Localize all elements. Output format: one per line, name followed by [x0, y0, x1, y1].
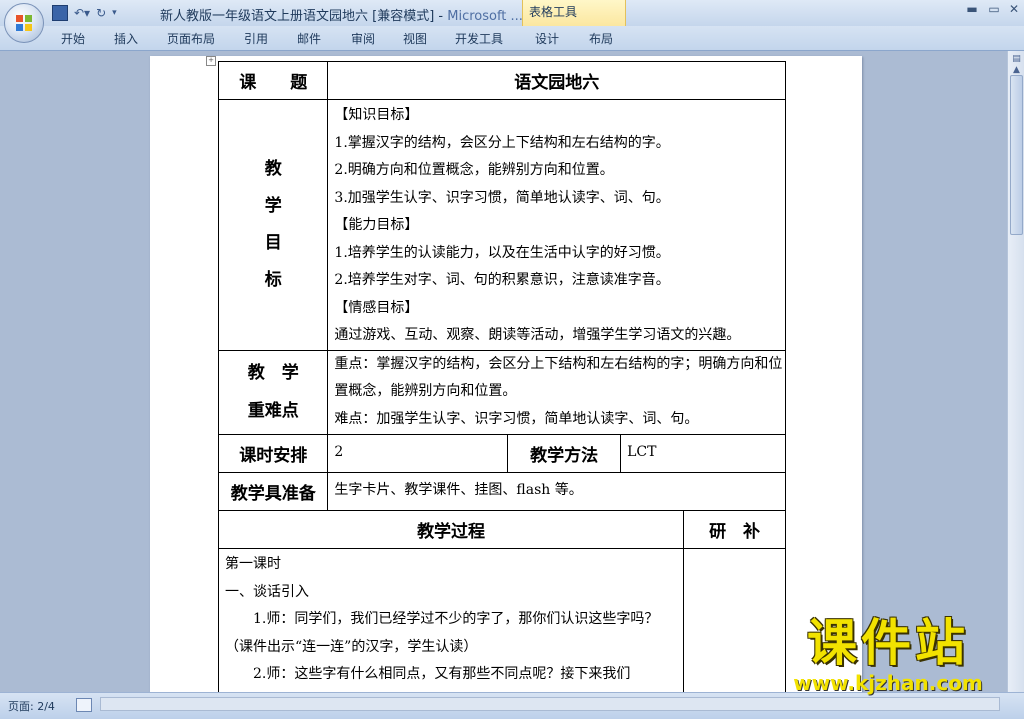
method-label: 教学方法	[530, 445, 599, 466]
window-title-doc: 新人教版一年级语文上册语文园地六 [兼容模式] -	[160, 9, 448, 24]
watermark-text: 课件站	[807, 614, 969, 672]
goals-label-cell[interactable]: 教 学 目 标	[217, 99, 329, 351]
key-points-content-cell[interactable]: 重点：掌握汉字的结构，会区分上下结构和左右结构的字；明确方向和位置概念，能辨别方…	[327, 349, 786, 435]
key-points-label-2: 重难点	[247, 401, 299, 421]
office-button[interactable]	[4, 3, 44, 43]
document-workspace: + 课 题 语文园地六 教 学 目 标 【知识目标】 1.掌握汉字的结构，会区分…	[0, 51, 1007, 692]
watermark-url: www.kjzhan.com	[793, 671, 983, 695]
hours-label: 课时安排	[239, 445, 308, 466]
quick-access-toolbar: ↶▾ ↻ ▾	[52, 4, 117, 22]
close-icon[interactable]: ✕	[1006, 2, 1022, 16]
table-tools-label: 表格工具	[529, 5, 578, 19]
goals-line: 【知识目标】	[334, 107, 419, 123]
topic-label-cell[interactable]: 课 题	[217, 61, 329, 100]
method-value-cell[interactable]: LCT	[620, 433, 786, 473]
prep-value: 生字卡片、教学课件、挂图、flash 等。	[334, 482, 583, 499]
goals-label-char: 标	[264, 269, 282, 290]
process-header-cell[interactable]: 教学过程	[217, 510, 685, 549]
document-page[interactable]: + 课 题 语文园地六 教 学 目 标 【知识目标】 1.掌握汉字的结构，会区分…	[150, 56, 862, 692]
goals-line: 2.培养学生对字、词、句的积累意识，注意读准字音。	[334, 272, 670, 288]
process-content-cell[interactable]: 第一课时 一、谈话引入 1.师：同学们，我们已经学过不少的字了，那你们认识这些字…	[217, 548, 685, 692]
window-title: 新人教版一年级语文上册语文园地六 [兼容模式] - Microsoft ...	[160, 5, 523, 24]
lesson-info-table: 课 题 语文园地六 教 学 目 标 【知识目标】 1.掌握汉字的结构，会区分上下…	[217, 61, 786, 511]
topic-value-cell[interactable]: 语文园地六	[327, 61, 786, 100]
tab-view[interactable]: 视图	[403, 30, 427, 47]
goals-line: 3.加强学生认字、识字习惯，简单地认读字、词、句。	[334, 189, 670, 206]
restore-icon[interactable]: ▭	[986, 2, 1002, 16]
page-indicator[interactable]: 页面: 2/4	[8, 698, 55, 714]
method-label-cell[interactable]: 教学方法	[507, 433, 622, 473]
watermark-logo: 课件站 www.kjzhan.com	[770, 614, 1006, 694]
key-points-label-1: 教 学	[247, 363, 299, 383]
key-point-text: 重点：掌握汉字的结构，会区分上下结构和左右结构的字；明确方向和位置概念，能辨别方…	[334, 355, 783, 400]
save-icon[interactable]	[52, 5, 68, 21]
key-points-label-cell[interactable]: 教 学 重难点	[217, 349, 329, 435]
prep-value-cell[interactable]: 生字卡片、教学课件、挂图、flash 等。	[327, 471, 786, 511]
tab-design[interactable]: 设计	[535, 30, 559, 47]
window-title-app: Microsoft ...	[447, 9, 523, 24]
teaching-process-table: 教学过程 研 补 第一课时 一、谈话引入 1.师：同学们，我们已经学过不少的字了…	[217, 510, 786, 692]
tab-mailings[interactable]: 邮件	[297, 30, 321, 47]
goals-line: 1.培养学生的认读能力，以及在生活中认字的好习惯。	[334, 244, 670, 261]
research-header: 研 补	[709, 522, 761, 542]
goals-line: 通过游戏、互动、观察、朗读等活动，增强学生学习语文的兴趣。	[334, 327, 741, 343]
office-logo-icon	[16, 15, 32, 31]
table-move-handle-icon[interactable]: +	[206, 56, 216, 66]
ribbon-tab-bar: 开始 插入 页面布局 引用 邮件 审阅 视图 开发工具 设计 布局 ?	[0, 26, 1024, 76]
status-bar: 页面: 2/4	[0, 692, 1024, 719]
goals-line: 【情感目标】	[334, 299, 419, 316]
method-value: LCT	[627, 444, 657, 461]
customize-toolbar-icon[interactable]: ▾	[112, 4, 117, 22]
tab-home[interactable]: 开始	[61, 30, 85, 47]
goals-line: 1.掌握汉字的结构，会区分上下结构和左右结构的字。	[334, 134, 670, 151]
research-header-cell[interactable]: 研 补	[683, 510, 786, 549]
tab-insert[interactable]: 插入	[114, 30, 138, 47]
process-line: 第一课时	[225, 556, 281, 572]
goals-label-char: 学	[264, 195, 282, 216]
tab-developer[interactable]: 开发工具	[455, 30, 503, 47]
tab-review[interactable]: 审阅	[351, 30, 375, 47]
process-line: 1.师：同学们，我们已经学过不少的字了，那你们认识这些字吗？（课件出示“连一连”…	[225, 611, 659, 655]
process-line: 一、谈话引入	[225, 583, 309, 600]
goals-content-cell[interactable]: 【知识目标】 1.掌握汉字的结构，会区分上下结构和左右结构的字。 2.明确方向和…	[327, 99, 786, 351]
minimize-icon[interactable]: ▬	[964, 2, 980, 16]
table-tools-context-header: 表格工具	[522, 0, 626, 26]
proofing-icon[interactable]	[76, 698, 92, 712]
redo-icon[interactable]: ↻	[96, 4, 106, 22]
process-header: 教学过程	[417, 522, 486, 542]
tab-layout[interactable]: 布局	[589, 30, 613, 47]
undo-icon[interactable]: ↶▾	[74, 4, 90, 22]
process-line: 2.师：这些字有什么相同点，又有那些不同点呢？接下来我们	[253, 666, 631, 682]
hours-label-cell[interactable]: 课时安排	[217, 433, 329, 473]
goals-line: 2.明确方向和位置概念，能辨别方向和位置。	[334, 162, 614, 178]
horizontal-scrollbar[interactable]	[100, 697, 1000, 711]
topic-label: 课 题	[239, 73, 308, 93]
scroll-thumb[interactable]	[1010, 75, 1023, 235]
prep-label: 教学具准备	[230, 483, 316, 504]
difficult-point-text: 难点：加强学生认字、识字习惯，简单地认读字、词、句。	[334, 410, 699, 427]
goals-label-char: 教	[264, 158, 282, 179]
tab-page-layout[interactable]: 页面布局	[167, 30, 215, 47]
topic-value: 语文园地六	[514, 73, 600, 93]
tab-references[interactable]: 引用	[244, 30, 268, 47]
prep-label-cell[interactable]: 教学具准备	[217, 471, 329, 511]
title-bar: ↶▾ ↻ ▾ 新人教版一年级语文上册语文园地六 [兼容模式] - Microso…	[0, 0, 1024, 26]
hours-value-cell[interactable]: 2	[327, 433, 509, 473]
goals-label-char: 目	[264, 232, 282, 253]
vertical-scrollbar[interactable]: ▤ ▲	[1007, 51, 1024, 692]
hours-value: 2	[334, 444, 344, 461]
goals-line: 【能力目标】	[334, 217, 419, 233]
